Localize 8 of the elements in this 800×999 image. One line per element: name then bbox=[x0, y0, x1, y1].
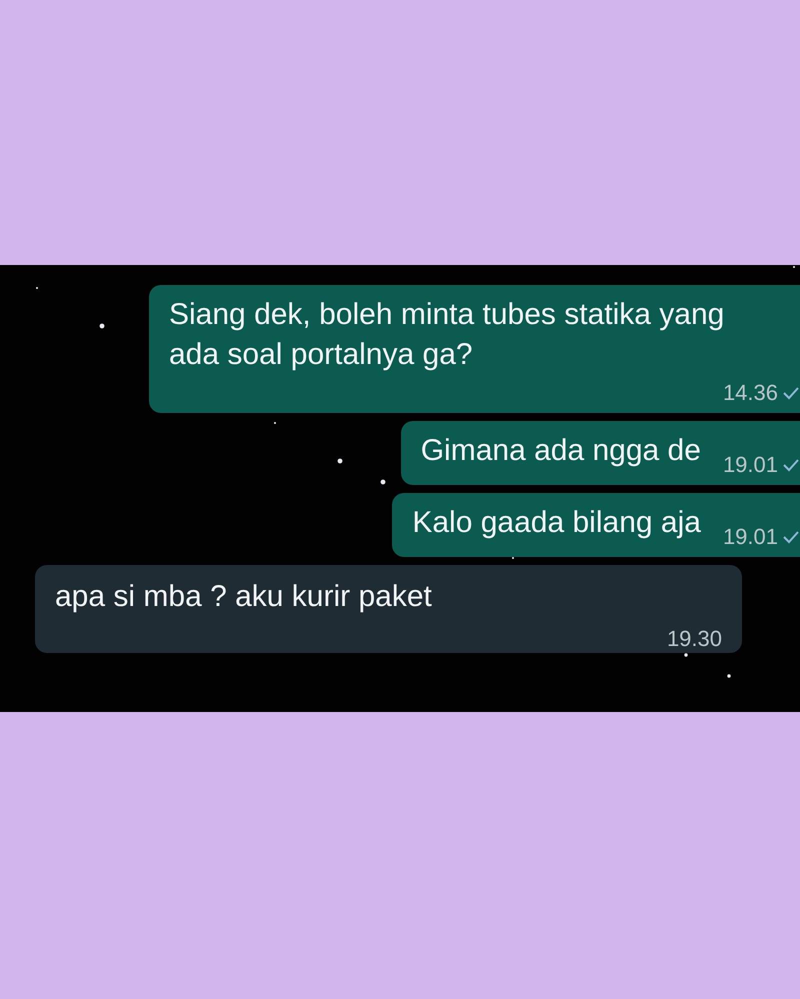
message-text: Siang dek, boleh minta tubes statika yang ada soal portalnya ga? bbox=[169, 297, 726, 373]
message-time: 14.36 bbox=[722, 381, 778, 405]
message-text: apa si mba ? aku kurir paket bbox=[55, 579, 433, 615]
message-time: 19.01 bbox=[722, 525, 778, 549]
message-time: 19.01 bbox=[722, 453, 778, 477]
message-text: Kalo gaada bilang aja bbox=[412, 505, 701, 541]
message-text: Gimana ada ngga de bbox=[420, 433, 701, 469]
message-time: 19.30 bbox=[666, 627, 722, 651]
